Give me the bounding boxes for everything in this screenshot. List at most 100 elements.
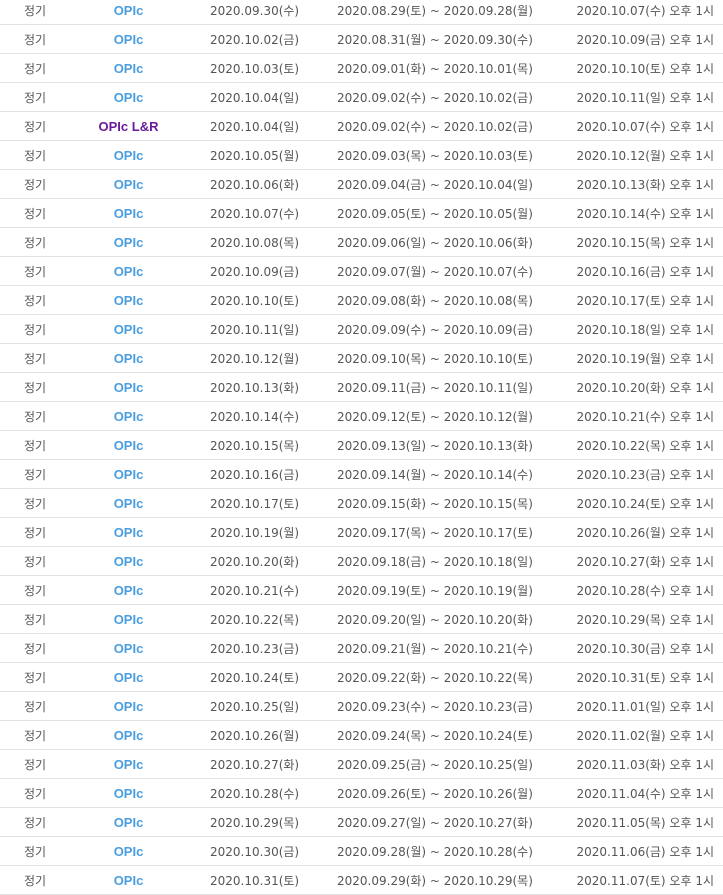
- exam-name-cell[interactable]: OPIc: [70, 293, 187, 308]
- exam-date-cell: 2020.10.10(토): [210, 293, 300, 308]
- exam-date-cell: 2020.10.04(일): [210, 119, 300, 134]
- exam-name-cell[interactable]: OPIc: [70, 322, 187, 337]
- registration-period-cell: 2020.09.03(목) ~ 2020.10.03(토): [337, 148, 533, 163]
- result-date-cell: 2020.10.20(화) 오후 1시: [576, 380, 715, 395]
- registration-period-cell: 2020.09.09(수) ~ 2020.10.09(금): [337, 322, 533, 337]
- result-date-cell: 2020.10.14(수) 오후 1시: [576, 206, 715, 221]
- exam-name-cell[interactable]: OPIc: [70, 670, 187, 685]
- result-date-cell: 2020.11.02(월) 오후 1시: [576, 728, 715, 743]
- exam-date-cell: 2020.10.27(화): [210, 757, 300, 772]
- exam-date-cell: 2020.10.12(월): [210, 351, 300, 366]
- table-row: 정기 OPIc 2020.10.08(목) 2020.09.06(일) ~ 2020.…: [0, 228, 723, 257]
- exam-name-cell[interactable]: OPIc: [70, 61, 187, 76]
- exam-name-cell[interactable]: OPIc: [70, 438, 187, 453]
- exam-type-cell: 정기: [23, 757, 47, 772]
- exam-name-cell[interactable]: OPIc: [70, 32, 187, 47]
- registration-period-cell: 2020.09.11(금) ~ 2020.10.11(일): [337, 380, 533, 395]
- exam-name-cell[interactable]: OPIc: [70, 264, 187, 279]
- exam-type-cell: 정기: [23, 612, 47, 627]
- exam-name-cell[interactable]: OPIc: [70, 612, 187, 627]
- exam-type-cell: 정기: [23, 815, 47, 830]
- exam-date-cell: 2020.10.25(일): [210, 699, 300, 714]
- exam-date-cell: 2020.10.04(일): [210, 90, 300, 105]
- table-row: 정기 OPIc 2020.10.14(수) 2020.09.12(토) ~ 2020.…: [0, 402, 723, 431]
- result-date-cell: 2020.10.17(토) 오후 1시: [576, 293, 715, 308]
- table-row: 정기 OPIc 2020.10.21(수) 2020.09.19(토) ~ 2020.…: [0, 576, 723, 605]
- table-row: 정기 OPIc 2020.10.10(토) 2020.09.08(화) ~ 2020.…: [0, 286, 723, 315]
- table-row: 정기 OPIc 2020.10.15(목) 2020.09.13(일) ~ 2020.…: [0, 431, 723, 460]
- exam-name-cell[interactable]: OPIc L&R: [70, 119, 187, 134]
- exam-date-cell: 2020.10.03(토): [210, 61, 300, 76]
- result-date-cell: 2020.10.12(월) 오후 1시: [576, 148, 715, 163]
- registration-period-cell: 2020.09.24(목) ~ 2020.10.24(토): [337, 728, 533, 743]
- exam-name-cell[interactable]: OPIc: [70, 496, 187, 511]
- exam-name-cell[interactable]: OPIc: [70, 177, 187, 192]
- registration-period-cell: 2020.09.28(월) ~ 2020.10.28(수): [337, 844, 533, 859]
- table-row: 정기 OPIc 2020.10.25(일) 2020.09.23(수) ~ 2020.…: [0, 692, 723, 721]
- result-date-cell: 2020.10.31(토) 오후 1시: [576, 670, 715, 685]
- exam-name-cell[interactable]: OPIc: [70, 90, 187, 105]
- exam-date-cell: 2020.10.13(화): [210, 380, 300, 395]
- exam-name-cell[interactable]: OPIc: [70, 206, 187, 221]
- table-row: 정기 OPIc 2020.10.20(화) 2020.09.18(금) ~ 2020.…: [0, 547, 723, 576]
- exam-date-cell: 2020.10.24(토): [210, 670, 300, 685]
- exam-date-cell: 2020.10.20(화): [210, 554, 300, 569]
- exam-date-cell: 2020.10.30(금): [210, 844, 300, 859]
- exam-name-cell[interactable]: OPIc: [70, 3, 187, 18]
- exam-name-cell[interactable]: OPIc: [70, 844, 187, 859]
- exam-name-cell[interactable]: OPIc: [70, 554, 187, 569]
- exam-name-cell[interactable]: OPIc: [70, 757, 187, 772]
- table-row: 정기 OPIc 2020.10.11(일) 2020.09.09(수) ~ 2020.…: [0, 315, 723, 344]
- exam-name-cell[interactable]: OPIc: [70, 699, 187, 714]
- exam-type-cell: 정기: [23, 409, 47, 424]
- exam-name-cell[interactable]: OPIc: [70, 728, 187, 743]
- exam-type-cell: 정기: [23, 177, 47, 192]
- exam-date-cell: 2020.10.02(금): [210, 32, 300, 47]
- registration-period-cell: 2020.09.18(금) ~ 2020.10.18(일): [337, 554, 533, 569]
- result-date-cell: 2020.11.07(토) 오후 1시: [576, 873, 715, 888]
- exam-name-cell[interactable]: OPIc: [70, 786, 187, 801]
- registration-period-cell: 2020.09.19(토) ~ 2020.10.19(월): [337, 583, 533, 598]
- exam-name-cell[interactable]: OPIc: [70, 467, 187, 482]
- exam-name-cell[interactable]: OPIc: [70, 525, 187, 540]
- table-row: 정기 OPIc 2020.10.07(수) 2020.09.05(토) ~ 2020.…: [0, 199, 723, 228]
- exam-date-cell: 2020.10.11(일): [210, 322, 300, 337]
- exam-type-cell: 정기: [23, 438, 47, 453]
- exam-name-cell[interactable]: OPIc: [70, 409, 187, 424]
- exam-type-cell: 정기: [23, 90, 47, 105]
- registration-period-cell: 2020.09.04(금) ~ 2020.10.04(일): [337, 177, 533, 192]
- table-row: 정기 OPIc 2020.10.27(화) 2020.09.25(금) ~ 2020.…: [0, 750, 723, 779]
- exam-name-cell[interactable]: OPIc: [70, 583, 187, 598]
- exam-date-cell: 2020.10.14(수): [210, 409, 300, 424]
- table-row: 정기 OPIc 2020.09.30(수) 2020.08.29(토) ~ 2020.…: [0, 0, 723, 25]
- exam-type-cell: 정기: [23, 844, 47, 859]
- exam-type-cell: 정기: [23, 206, 47, 221]
- exam-name-cell[interactable]: OPIc: [70, 873, 187, 888]
- registration-period-cell: 2020.09.27(일) ~ 2020.10.27(화): [337, 815, 533, 830]
- exam-type-cell: 정기: [23, 264, 47, 279]
- registration-period-cell: 2020.09.14(월) ~ 2020.10.14(수): [337, 467, 533, 482]
- table-row: 정기 OPIc 2020.10.09(금) 2020.09.07(월) ~ 2020.…: [0, 257, 723, 286]
- registration-period-cell: 2020.09.07(월) ~ 2020.10.07(수): [337, 264, 533, 279]
- result-date-cell: 2020.11.03(화) 오후 1시: [576, 757, 715, 772]
- registration-period-cell: 2020.09.02(수) ~ 2020.10.02(금): [337, 119, 533, 134]
- registration-period-cell: 2020.09.12(토) ~ 2020.10.12(월): [337, 409, 533, 424]
- exam-name-cell[interactable]: OPIc: [70, 148, 187, 163]
- exam-name-cell[interactable]: OPIc: [70, 815, 187, 830]
- exam-type-cell: 정기: [23, 148, 47, 163]
- result-date-cell: 2020.11.06(금) 오후 1시: [576, 844, 715, 859]
- result-date-cell: 2020.10.09(금) 오후 1시: [576, 32, 715, 47]
- result-date-cell: 2020.10.11(일) 오후 1시: [576, 90, 715, 105]
- exam-type-cell: 정기: [23, 699, 47, 714]
- exam-date-cell: 2020.10.07(수): [210, 206, 300, 221]
- table-row: 정기 OPIc 2020.10.26(월) 2020.09.24(목) ~ 2020.…: [0, 721, 723, 750]
- registration-period-cell: 2020.09.29(화) ~ 2020.10.29(목): [337, 873, 533, 888]
- exam-name-cell[interactable]: OPIc: [70, 380, 187, 395]
- exam-date-cell: 2020.10.23(금): [210, 641, 300, 656]
- result-date-cell: 2020.10.23(금) 오후 1시: [576, 467, 715, 482]
- result-date-cell: 2020.10.24(토) 오후 1시: [576, 496, 715, 511]
- exam-name-cell[interactable]: OPIc: [70, 641, 187, 656]
- exam-name-cell[interactable]: OPIc: [70, 351, 187, 366]
- exam-name-cell[interactable]: OPIc: [70, 235, 187, 250]
- registration-period-cell: 2020.09.10(목) ~ 2020.10.10(토): [337, 351, 533, 366]
